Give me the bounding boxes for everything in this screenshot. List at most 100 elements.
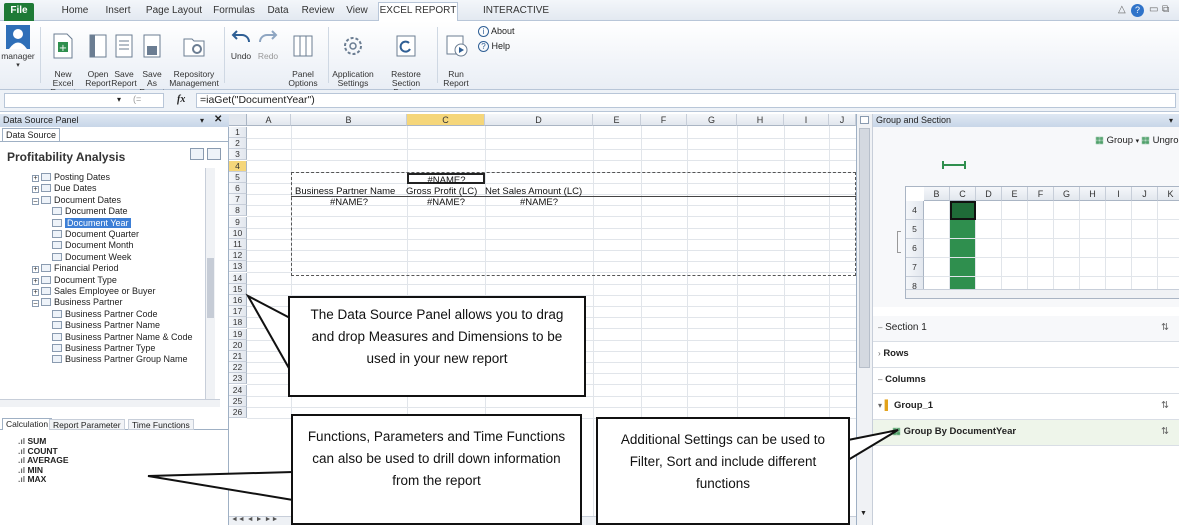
columns-row[interactable]: – Columns — [873, 368, 1179, 394]
minimize-icon[interactable]: ▭ — [1149, 4, 1158, 15]
tree-item[interactable]: + Due Dates — [32, 183, 97, 194]
scroll-down-icon[interactable]: ▼ — [860, 510, 867, 517]
mini-grid-hscrollbar[interactable] — [906, 289, 1179, 298]
tree-item[interactable]: Document Quarter — [52, 229, 139, 240]
column-header[interactable]: B — [291, 114, 407, 126]
grid-vscrollbar[interactable]: ▼ — [857, 114, 873, 525]
cell-d6[interactable]: #NAME? — [485, 197, 593, 208]
tree-item[interactable]: + Document Type — [32, 275, 117, 286]
tree-scrollbar[interactable] — [205, 168, 215, 400]
section-settings-icon[interactable]: ⇅ — [1161, 316, 1169, 340]
function-item[interactable]: .ıl MAX — [18, 474, 46, 485]
row-header[interactable]: 6 — [229, 183, 247, 194]
panel-options-button[interactable]: Panel Options — [283, 24, 323, 88]
run-report-button[interactable]: Run Report — [441, 24, 471, 88]
cell-c6[interactable]: #NAME? — [407, 197, 485, 208]
tree-item[interactable]: Business Partner Type — [52, 343, 155, 354]
row-header[interactable]: 13 — [229, 261, 247, 273]
restore-section-border-button[interactable]: Restore Section Border — [379, 24, 433, 97]
help-button[interactable]: ? Help — [478, 41, 510, 52]
collapse-icon[interactable]: – — [32, 300, 39, 308]
tree-item[interactable]: Document Week — [52, 252, 131, 263]
tab-insert[interactable]: Insert — [101, 3, 135, 21]
column-header[interactable]: D — [485, 114, 593, 126]
tab-home[interactable]: Home — [58, 3, 92, 21]
column-header[interactable]: C — [407, 114, 485, 126]
expand-icon[interactable]: + — [32, 266, 39, 274]
restore-icon[interactable]: ⧉ — [1162, 4, 1169, 15]
tab-time-functions[interactable]: Time Functions — [128, 419, 194, 430]
panel-menu-icon[interactable]: ▾ — [1169, 114, 1173, 127]
close-icon[interactable]: ✕ — [214, 113, 222, 126]
cell-c4[interactable]: #NAME? — [409, 175, 484, 186]
row-header[interactable]: 19 — [229, 328, 247, 340]
rows-row[interactable]: › Rows — [873, 342, 1179, 368]
row-header[interactable]: 9 — [229, 216, 247, 228]
save-as-report-button[interactable]: Save As Report — [137, 24, 167, 97]
column-header[interactable]: G — [687, 114, 737, 126]
row-header[interactable]: 12 — [229, 250, 247, 262]
tab-interactive-analysis[interactable]: INTERACTIVE ANALYSIS — [463, 3, 569, 32]
expand-icon[interactable]: + — [32, 289, 39, 296]
formula-input[interactable]: =iaGet("DocumentYear") — [196, 93, 1176, 108]
open-report-button[interactable]: Open Report — [85, 24, 111, 88]
tab-page-layout[interactable]: Page Layout — [143, 3, 205, 21]
column-header[interactable]: I — [784, 114, 829, 126]
tab-report-parameter[interactable]: Report Parameter — [49, 419, 125, 430]
tree-item[interactable]: Business Partner Code — [52, 309, 158, 320]
tree-scrollbar-thumb[interactable] — [207, 258, 214, 318]
tab-calculation[interactable]: Calculation — [2, 418, 53, 430]
save-report-button[interactable]: Save Report — [111, 24, 137, 88]
tree-item[interactable]: – Business Partner — [32, 297, 123, 308]
column-header[interactable]: J — [829, 114, 856, 126]
minimize-ribbon-icon[interactable]: △ — [1118, 4, 1126, 15]
row-header[interactable]: 11 — [229, 239, 247, 250]
split-handle-icon[interactable] — [860, 116, 869, 124]
group-by-settings-icon[interactable]: ⇅ — [1161, 420, 1169, 444]
tab-data-source[interactable]: Data Source — [2, 128, 60, 141]
tree-item[interactable]: + Posting Dates — [32, 172, 110, 183]
function-wizard-icon[interactable]: (= — [133, 94, 141, 104]
new-excel-report-button[interactable]: + New Excel Report — [44, 24, 82, 97]
section-row[interactable]: – Section 1 ⇅ — [873, 316, 1179, 342]
row-header[interactable]: 4 — [229, 160, 247, 172]
tab-file[interactable]: File — [4, 3, 34, 21]
group-settings-icon[interactable]: ⇅ — [1161, 394, 1169, 418]
select-all-corner[interactable] — [229, 114, 247, 126]
application-settings-button[interactable]: Application Settings — [330, 24, 376, 88]
column-header[interactable]: F — [641, 114, 687, 126]
row-header[interactable]: 14 — [229, 272, 247, 284]
column-header[interactable]: E — [593, 114, 641, 126]
expand-icon[interactable]: + — [32, 186, 39, 194]
tree-item[interactable]: + Financial Period — [32, 263, 119, 274]
tree-item[interactable]: Document Date — [52, 206, 128, 217]
grid-vscrollbar-thumb[interactable] — [859, 128, 870, 368]
tree-item[interactable]: Business Partner Group Name — [52, 354, 188, 365]
ungroup-button[interactable]: ▦ Ungrou — [1141, 135, 1179, 146]
tab-review[interactable]: Review — [300, 3, 336, 21]
sheet-nav-icon[interactable]: ◄◄ ◄ ► ►► — [231, 516, 278, 523]
group-button[interactable]: ▦ Group ▾ — [1095, 135, 1139, 146]
row-header[interactable]: 24 — [229, 384, 247, 396]
row-header[interactable]: 2 — [229, 138, 247, 150]
row-header[interactable]: 1 — [229, 127, 247, 138]
panel-menu-icon[interactable]: ▾ — [200, 114, 204, 127]
row-header[interactable]: 21 — [229, 351, 247, 362]
name-box[interactable]: ▾ (= — [4, 93, 164, 108]
help-icon[interactable]: ? — [1131, 4, 1144, 17]
column-header[interactable]: A — [247, 114, 291, 126]
expand-icon[interactable]: + — [32, 175, 39, 182]
group-by-row[interactable]: ▦ Group By DocumentYear ⇅ — [873, 420, 1179, 446]
tree-item[interactable]: Document Month — [52, 240, 134, 251]
tree-hscrollbar[interactable] — [0, 399, 220, 407]
group-1-row[interactable]: ▾ ▌ Group_1 ⇅ — [873, 394, 1179, 420]
row-header[interactable]: 20 — [229, 339, 247, 351]
tab-formulas[interactable]: Formulas — [212, 3, 256, 21]
tree-item[interactable]: Business Partner Name — [52, 320, 160, 331]
row-header[interactable]: 18 — [229, 317, 247, 329]
tree-item[interactable]: – Document Dates — [32, 195, 121, 206]
repository-management-button[interactable]: Repository Management — [168, 24, 220, 88]
row-header[interactable]: 26 — [229, 407, 247, 418]
tab-data[interactable]: Data — [264, 3, 292, 21]
column-header[interactable]: H — [737, 114, 784, 126]
